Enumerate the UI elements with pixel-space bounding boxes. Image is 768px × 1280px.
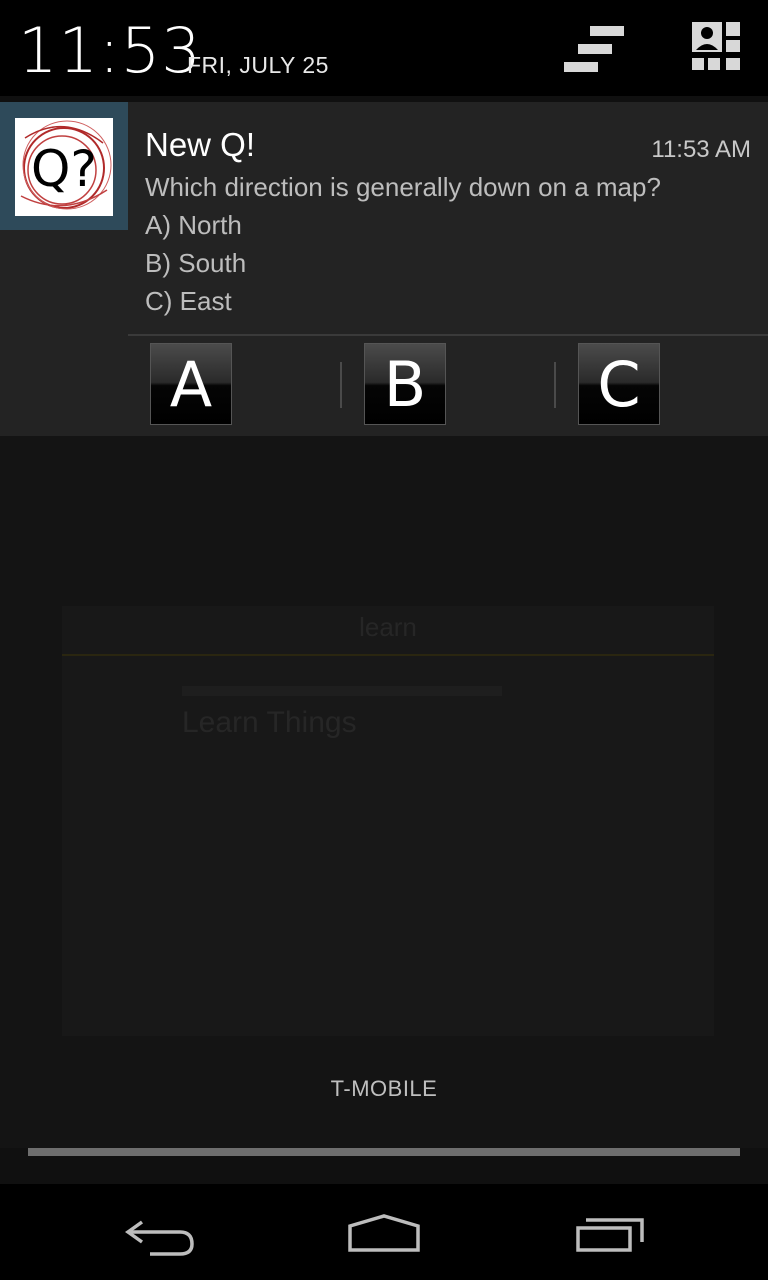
quiz-notification[interactable]: Q? New Q! 11:53 AM Which direction is ge… — [0, 102, 768, 436]
home-button[interactable] — [334, 1202, 434, 1262]
clock: 11:53 — [18, 14, 202, 87]
notification-icon-container: Q? — [0, 102, 128, 230]
carrier-label: T-MOBILE — [330, 1076, 438, 1101]
back-icon — [124, 1220, 194, 1256]
notification-shade-header: 11:53 FRI, JULY 25 — [0, 0, 768, 96]
notification-title: New Q! — [145, 126, 256, 163]
navigation-bar — [0, 1184, 768, 1280]
background-title-underline — [62, 654, 714, 656]
back-button[interactable] — [110, 1202, 210, 1262]
answer-b-button[interactable]: B — [364, 343, 446, 425]
background-row-subtitle — [182, 686, 502, 696]
dimmed-background: learn Learn Things — [0, 436, 768, 1148]
clear-all-icon — [564, 26, 624, 72]
notification-time: 11:53 AM — [651, 136, 751, 163]
shade-drag-handle[interactable] — [28, 1148, 740, 1156]
action-separator — [340, 362, 342, 408]
home-icon — [348, 1214, 420, 1252]
action-separator — [554, 362, 556, 408]
answer-c-button[interactable]: C — [578, 343, 660, 425]
recents-icon — [576, 1218, 644, 1252]
background-row-title: Learn Things — [182, 706, 357, 739]
answer-a-button[interactable]: A — [150, 343, 232, 425]
quick-settings-icon — [692, 22, 740, 70]
app-icon-text: Q? — [31, 140, 97, 198]
notification-actions: A B C — [128, 336, 768, 436]
date: FRI, JULY 25 — [187, 52, 329, 78]
background-app-panel: learn Learn Things — [62, 606, 714, 1036]
clear-all-button[interactable] — [560, 20, 630, 80]
app-icon: Q? — [15, 118, 113, 216]
q-logo-icon: Q? — [15, 118, 113, 216]
notification-question: Which direction is generally down on a m… — [145, 172, 661, 202]
recents-button[interactable] — [560, 1202, 660, 1262]
option-b-text: B) South — [145, 248, 247, 278]
quick-settings-button[interactable] — [686, 20, 756, 80]
background-app-title: learn — [359, 612, 417, 642]
option-a-text: A) North — [145, 210, 242, 240]
option-c-text: C) East — [145, 286, 232, 316]
